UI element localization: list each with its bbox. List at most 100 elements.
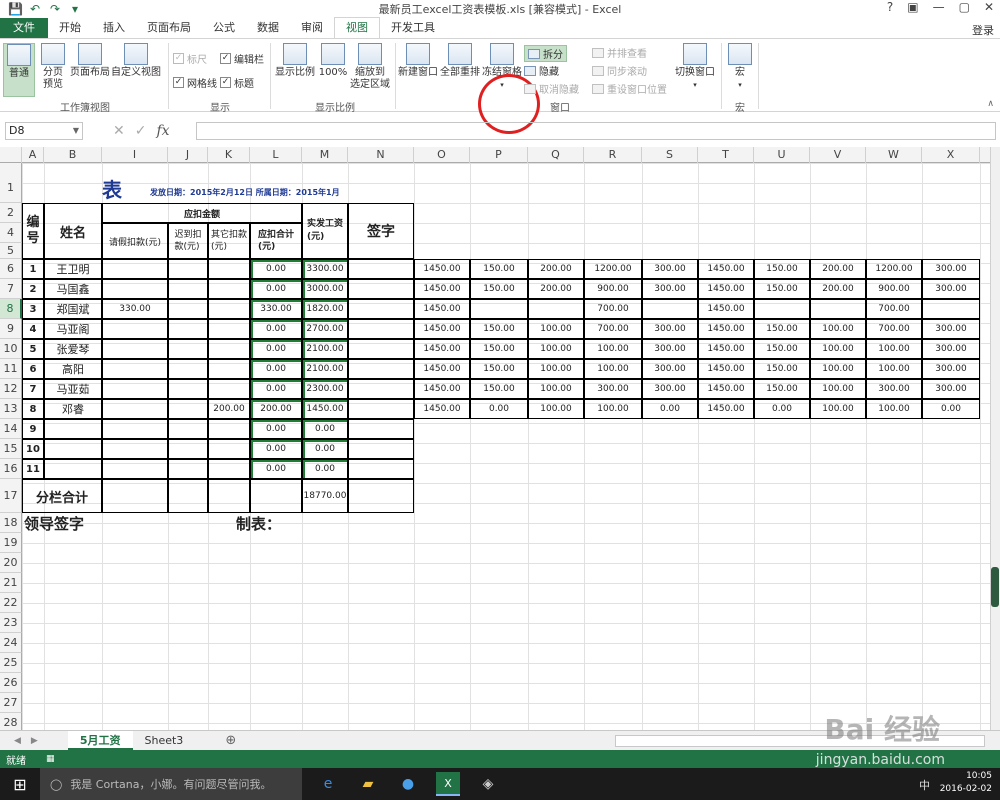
save-icon[interactable]: 💾: [8, 2, 23, 16]
row-extra-value[interactable]: 300.00: [922, 379, 980, 399]
row-late[interactable]: [168, 259, 208, 279]
row-extra-value[interactable]: 100.00: [528, 339, 584, 359]
row-net-pay[interactable]: 2300.00: [302, 379, 348, 399]
row-extra-value[interactable]: 700.00: [584, 299, 642, 319]
row-header-15[interactable]: 15: [0, 439, 22, 459]
row-other[interactable]: 200.00: [208, 399, 250, 419]
ribbon-display-button[interactable]: ▣: [907, 0, 918, 14]
column-header-l[interactable]: L: [250, 147, 302, 163]
row-leave[interactable]: [102, 319, 168, 339]
row-signature[interactable]: [348, 379, 414, 399]
tab-file[interactable]: 文件: [0, 18, 48, 38]
row-extra-value[interactable]: 200.00: [528, 279, 584, 299]
row-other[interactable]: [208, 379, 250, 399]
row-id[interactable]: 3: [22, 299, 44, 319]
edge-icon[interactable]: e: [316, 772, 340, 796]
row-id[interactable]: 8: [22, 399, 44, 419]
row-extra-value[interactable]: 150.00: [754, 339, 810, 359]
row-signature[interactable]: [348, 339, 414, 359]
row-late[interactable]: [168, 379, 208, 399]
row-extra-value[interactable]: 150.00: [754, 359, 810, 379]
arrange-all-button[interactable]: 全部重排: [439, 43, 481, 79]
row-extra-value[interactable]: 100.00: [584, 339, 642, 359]
row-other[interactable]: [208, 259, 250, 279]
row-header-11[interactable]: 11: [0, 359, 22, 379]
made-by-label[interactable]: 制表：: [236, 513, 300, 533]
row-header-5[interactable]: 5: [0, 243, 22, 259]
row-leave[interactable]: [102, 439, 168, 459]
row-extra-value[interactable]: 0.00: [642, 399, 698, 419]
excel-taskbar-icon[interactable]: X: [436, 772, 460, 796]
row-name[interactable]: [44, 439, 102, 459]
row-header-4[interactable]: 4: [0, 223, 22, 243]
row-late[interactable]: [168, 339, 208, 359]
row-header-12[interactable]: 12: [0, 379, 22, 399]
redo-icon[interactable]: ↷: [48, 2, 62, 16]
row-extra-value[interactable]: 200.00: [810, 259, 866, 279]
sheet-tab-sheet3[interactable]: Sheet3: [133, 731, 196, 750]
custom-views-button[interactable]: 自定义视图: [111, 43, 161, 79]
row-net-pay[interactable]: 2100.00: [302, 339, 348, 359]
row-signature[interactable]: [348, 259, 414, 279]
row-other[interactable]: [208, 279, 250, 299]
header-net-pay[interactable]: 实发工资 (元): [302, 203, 348, 259]
row-header-13[interactable]: 13: [0, 399, 22, 419]
column-header-v[interactable]: V: [810, 147, 866, 163]
row-extra-value[interactable]: 150.00: [470, 359, 528, 379]
row-extra-value[interactable]: 0.00: [470, 399, 528, 419]
row-extra-value[interactable]: 150.00: [754, 259, 810, 279]
row-extra-value[interactable]: 300.00: [584, 379, 642, 399]
tab-home[interactable]: 开始: [48, 18, 92, 38]
row-extra-value[interactable]: 100.00: [528, 399, 584, 419]
ime-icon[interactable]: 中: [919, 777, 930, 793]
row-leave[interactable]: [102, 279, 168, 299]
row-name[interactable]: 郑国斌: [44, 299, 102, 319]
row-signature[interactable]: [348, 359, 414, 379]
row-header-21[interactable]: 21: [0, 573, 22, 593]
row-header-17[interactable]: 17: [0, 479, 22, 513]
row-extra-value[interactable]: 1450.00: [698, 319, 754, 339]
reset-window-position-button[interactable]: 重设窗口位置: [592, 81, 667, 96]
row-total-deduction[interactable]: 200.00: [250, 399, 302, 419]
row-header-6[interactable]: 6: [0, 259, 22, 279]
row-extra-value[interactable]: 1450.00: [414, 359, 470, 379]
row-header-22[interactable]: 22: [0, 593, 22, 613]
insert-function-icon[interactable]: fx: [156, 123, 169, 139]
prev-sheet-icon[interactable]: ◀: [14, 736, 21, 746]
row-signature[interactable]: [348, 399, 414, 419]
subtotal-leave[interactable]: [102, 479, 168, 513]
column-header-m[interactable]: M: [302, 147, 348, 163]
subtotal-signature[interactable]: [348, 479, 414, 513]
tab-developer[interactable]: 开发工具: [380, 18, 446, 38]
row-extra-value[interactable]: 900.00: [866, 279, 922, 299]
customize-qat-icon[interactable]: ▾: [68, 2, 82, 16]
row-header-16[interactable]: 16: [0, 459, 22, 479]
unhide-button[interactable]: 取消隐藏: [524, 81, 579, 96]
row-id[interactable]: 10: [22, 439, 44, 459]
file-explorer-icon[interactable]: ▰: [356, 772, 380, 796]
row-id[interactable]: 9: [22, 419, 44, 439]
column-header-w[interactable]: W: [866, 147, 922, 163]
tab-data[interactable]: 数据: [246, 18, 290, 38]
row-header-27[interactable]: 27: [0, 693, 22, 713]
subtotal-other[interactable]: [208, 479, 250, 513]
new-window-button[interactable]: 新建窗口: [398, 43, 438, 79]
row-name[interactable]: 高阳: [44, 359, 102, 379]
row-late[interactable]: [168, 439, 208, 459]
row-extra-value[interactable]: 100.00: [810, 319, 866, 339]
issue-date-label[interactable]: 发放日期：2015年2月12日 所属日期：2015年1月: [150, 163, 414, 203]
column-header-o[interactable]: O: [414, 147, 470, 163]
row-id[interactable]: 6: [22, 359, 44, 379]
cancel-icon[interactable]: ✕: [113, 123, 125, 139]
row-signature[interactable]: [348, 439, 414, 459]
row-net-pay[interactable]: 2100.00: [302, 359, 348, 379]
row-header-18[interactable]: 18: [0, 513, 22, 533]
row-total-deduction[interactable]: 330.00: [250, 299, 302, 319]
row-extra-value[interactable]: 0.00: [754, 399, 810, 419]
row-extra-value[interactable]: 700.00: [584, 319, 642, 339]
header-total-deduction[interactable]: 应扣合计 (元): [250, 223, 302, 259]
row-net-pay[interactable]: 0.00: [302, 439, 348, 459]
row-leave[interactable]: [102, 459, 168, 479]
row-total-deduction[interactable]: 0.00: [250, 419, 302, 439]
row-header-24[interactable]: 24: [0, 633, 22, 653]
